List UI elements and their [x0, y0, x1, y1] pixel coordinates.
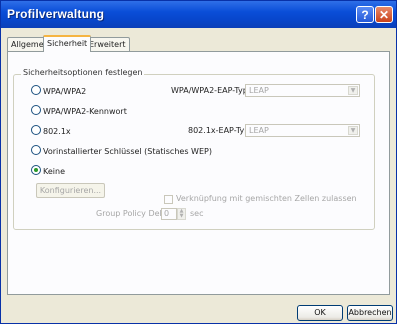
chevron-down-icon: ▼ — [348, 126, 358, 135]
radio-label: WPA/WPA2-Kennwort — [43, 107, 127, 116]
select-value: LEAP — [249, 86, 269, 95]
radio-button[interactable] — [31, 85, 41, 95]
ok-button[interactable]: OK — [297, 305, 343, 321]
cancel-button[interactable]: Abbrechen — [347, 305, 393, 321]
tab-erweitert[interactable]: Erweitert — [85, 37, 130, 51]
8021x-eap-type-select[interactable]: LEAP ▼ — [245, 124, 360, 137]
radio-button-selected[interactable] — [31, 165, 41, 175]
wpa-eap-type-select[interactable]: LEAP ▼ — [245, 84, 360, 97]
mixed-cells-label: Verknüpfung mit gemischten Zellen zulass… — [176, 194, 357, 203]
radio-static-wep[interactable]: Vorinstallierter Schlüssel (Statisches W… — [31, 145, 212, 157]
window-title: Profilverwaltung — [7, 7, 105, 21]
radio-button[interactable] — [31, 105, 41, 115]
radio-wpa-wpa2[interactable]: WPA/WPA2 — [31, 85, 86, 97]
radio-label: Keine — [43, 167, 65, 176]
help-button[interactable]: ? — [356, 6, 374, 23]
close-button[interactable]: ✕ — [375, 6, 393, 23]
title-bar[interactable]: Profilverwaltung ? ✕ — [1, 1, 396, 28]
wpa-eap-type-label: WPA/WPA2-EAP-Typ: — [171, 86, 251, 95]
radio-label: 802.1x — [43, 127, 71, 136]
mixed-cells-checkbox[interactable] — [164, 195, 173, 204]
chevron-down-icon: ▼ — [348, 86, 358, 95]
group-policy-delay-unit: sec — [190, 209, 204, 218]
group-title: Sicherheitsoptionen festlegen — [21, 68, 145, 77]
radio-label: WPA/WPA2 — [43, 87, 87, 96]
radio-button[interactable] — [31, 145, 41, 155]
radio-keine[interactable]: Keine — [31, 165, 65, 177]
8021x-eap-type-label: 802.1x-EAP-Typ: — [188, 126, 252, 135]
tab-sicherheit[interactable]: Sicherheit — [43, 35, 92, 52]
profile-management-window: Profilverwaltung ? ✕ Allgemein Sicherhei… — [0, 0, 397, 324]
radio-wpa-wpa2-kennwort[interactable]: WPA/WPA2-Kennwort — [31, 105, 127, 117]
spinner-arrows-icon[interactable]: ▲ ▼ — [177, 208, 186, 220]
radio-8021x[interactable]: 802.1x — [31, 125, 71, 137]
select-value: LEAP — [249, 126, 269, 135]
radio-button[interactable] — [31, 125, 41, 135]
configure-button[interactable]: Konfigurieren... — [36, 183, 105, 198]
group-policy-delay-input[interactable]: 0 — [161, 208, 177, 220]
radio-label: Vorinstallierter Schlüssel (Statisches W… — [43, 147, 212, 156]
